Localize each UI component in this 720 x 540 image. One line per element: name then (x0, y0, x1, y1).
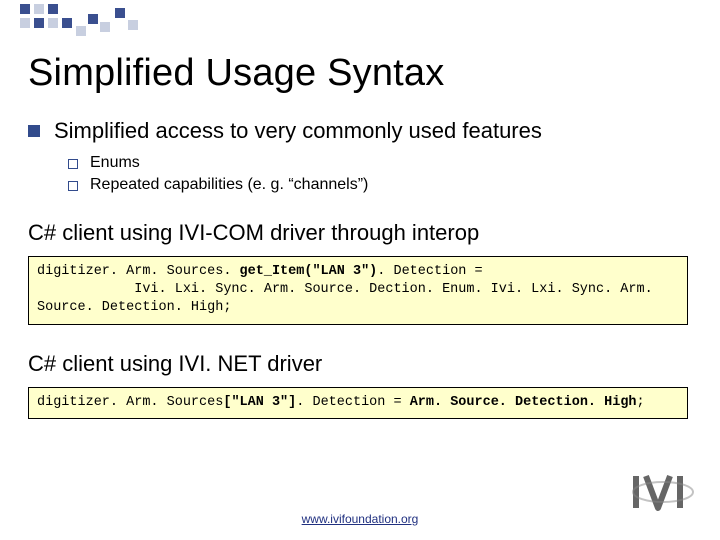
code-text: . Detection = (296, 395, 409, 410)
hollow-square-bullet-icon (68, 159, 78, 169)
deco-square (48, 18, 58, 28)
deco-square (76, 26, 86, 36)
deco-square (48, 4, 58, 14)
code-block-ivinet: digitizer. Arm. Sources["LAN 3"]. Detect… (28, 387, 688, 419)
code-block-interop: digitizer. Arm. Sources. get_Item("LAN 3… (28, 256, 688, 325)
section-heading-interop: C# client using IVI-COM driver through i… (28, 220, 688, 246)
deco-square (20, 4, 30, 14)
deco-square (34, 4, 44, 14)
deco-square (34, 18, 44, 28)
hollow-square-bullet-icon (68, 181, 78, 191)
footer-link[interactable]: www.ivifoundation.org (302, 512, 419, 526)
code-text: digitizer. Arm. Sources (37, 395, 223, 410)
bullet-level2: Enums (68, 154, 688, 172)
bullet-level2: Repeated capabilities (e. g. “channels”) (68, 176, 688, 194)
bullet-text: Simplified access to very commonly used … (54, 118, 542, 144)
deco-square (115, 8, 125, 18)
code-keyword: get_Item("LAN 3") (240, 264, 378, 279)
ivi-logo (632, 472, 694, 512)
deco-square (88, 14, 98, 24)
code-keyword: ["LAN 3"] (223, 395, 296, 410)
footer: www.ivifoundation.org (0, 512, 720, 526)
deco-square (100, 22, 110, 32)
code-text: ; (637, 395, 645, 410)
slide-body: Simplified access to very commonly used … (28, 118, 688, 419)
bullet-text: Enums (90, 154, 140, 172)
code-text: digitizer. Arm. Sources. (37, 264, 240, 279)
section-heading-ivinet: C# client using IVI. NET driver (28, 351, 688, 377)
square-bullet-icon (28, 125, 40, 137)
deco-square (20, 18, 30, 28)
deco-square (62, 18, 72, 28)
decorative-squares (0, 0, 720, 40)
bullet-level1: Simplified access to very commonly used … (28, 118, 688, 144)
slide-title: Simplified Usage Syntax (28, 52, 444, 95)
deco-square (128, 20, 138, 30)
code-keyword: Arm. Source. Detection. High (410, 395, 637, 410)
bullet-text: Repeated capabilities (e. g. “channels”) (90, 176, 368, 194)
